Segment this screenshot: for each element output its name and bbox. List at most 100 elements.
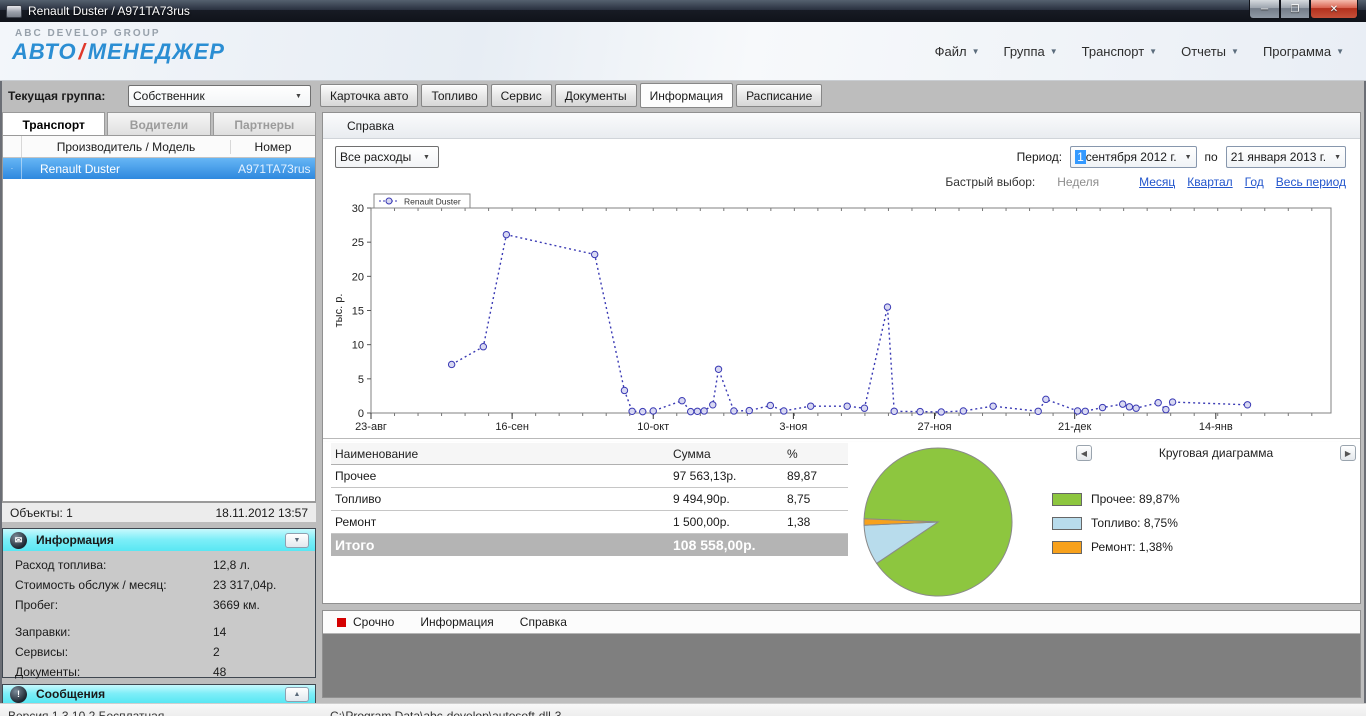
- message-tab-Информация[interactable]: Информация: [420, 615, 493, 629]
- legend-swatch: [1052, 541, 1082, 554]
- svg-text:14-янв: 14-янв: [1199, 421, 1233, 433]
- summary-row: Прочее97 563,13р.89,87: [331, 465, 848, 488]
- tab-Документы[interactable]: Документы: [555, 84, 637, 107]
- info-row: Сервисы:2: [15, 645, 305, 659]
- pie-chart-header: ◀ Круговая диаграмма ▶: [1076, 445, 1356, 461]
- svg-text:3-ноя: 3-ноя: [779, 421, 807, 433]
- vehicle-model: Renault Duster: [22, 162, 230, 176]
- tab-Расписание[interactable]: Расписание: [736, 84, 822, 107]
- expenses-filter-select[interactable]: Все расходы ▼: [335, 146, 439, 168]
- info-row: Заправки:14: [15, 625, 305, 639]
- messages-panel-title: Сообщения: [36, 687, 285, 701]
- exclamation-icon: !: [10, 686, 27, 703]
- arrow-right-icon: ▶: [1345, 449, 1351, 458]
- window-title: Renault Duster / A971TA73rus: [28, 4, 190, 18]
- table-row-selected[interactable]: · Renault Duster A971TA73rus: [3, 158, 315, 179]
- column-header-model[interactable]: Производитель / Модель: [22, 140, 231, 154]
- info-row-value: 2: [213, 645, 305, 659]
- info-row-label: Стоимость обслуж / месяц:: [15, 578, 213, 592]
- date-day-highlight: 1: [1075, 150, 1086, 164]
- message-tab-label: Справка: [520, 615, 567, 629]
- close-button[interactable]: ✕: [1310, 0, 1358, 19]
- menu-item-Транспорт[interactable]: Транспорт▼: [1082, 44, 1157, 59]
- info-row-value: 23 317,04р.: [213, 578, 305, 592]
- chevron-down-icon: ▼: [1185, 154, 1192, 161]
- messages-panel: ! Сообщения ▲: [2, 684, 316, 704]
- column-header-number[interactable]: Номер: [231, 140, 315, 154]
- next-chart-button[interactable]: ▶: [1340, 445, 1356, 461]
- message-tab-Срочно[interactable]: Срочно: [337, 615, 394, 629]
- tab-Топливо[interactable]: Топливо: [421, 84, 487, 107]
- summary-col-sum[interactable]: Сумма: [673, 447, 787, 461]
- menu-item-Файл[interactable]: Файл▼: [935, 44, 980, 59]
- main-tab-strip: Карточка автоТопливоСервисДокументыИнфор…: [320, 84, 822, 108]
- svg-text:30: 30: [352, 203, 364, 215]
- message-tab-label: Информация: [420, 615, 493, 629]
- info-row-value: 3669 км.: [213, 598, 305, 612]
- menu-item-label: Группа: [1004, 44, 1045, 59]
- app-header: ABC DEVELOP GROUP АВТО/МЕНЕДЖЕР Файл▼Гру…: [0, 22, 1366, 81]
- info-row-label: Документы:: [15, 665, 213, 679]
- menu-item-label: Программа: [1263, 44, 1331, 59]
- sidebar-tab-Партнеры[interactable]: Партнеры: [213, 112, 316, 136]
- summary-col-name[interactable]: Наименование: [331, 447, 673, 461]
- info-panel-header[interactable]: ✉ Информация ▼: [3, 529, 315, 551]
- info-row: Пробег:3669 км.: [15, 598, 305, 612]
- menu-item-Группа[interactable]: Группа▼: [1004, 44, 1058, 59]
- sidebar-tab-Водители[interactable]: Водители: [107, 112, 210, 136]
- legend-label: Прочее: 89,87%: [1091, 492, 1180, 506]
- message-tab-Справка[interactable]: Справка: [520, 615, 567, 629]
- collapse-messages-button[interactable]: ▲: [285, 687, 309, 702]
- svg-text:21-дек: 21-дек: [1058, 421, 1091, 433]
- chevron-down-icon: ▼: [1231, 47, 1239, 56]
- tab-Карточка авто[interactable]: Карточка авто: [320, 84, 418, 107]
- row-gutter: ·: [3, 158, 22, 179]
- tab-Сервис[interactable]: Сервис: [491, 84, 552, 107]
- info-row-value: 12,8 л.: [213, 558, 305, 572]
- period-from-picker[interactable]: 1 сентября 2012 г. ▼: [1070, 146, 1196, 168]
- pie-legend: Прочее: 89,87%Топливо: 8,75%Ремонт: 1,38…: [1052, 489, 1180, 561]
- current-group-select[interactable]: Собственник ▼: [128, 85, 311, 107]
- message-tab-label: Срочно: [353, 615, 394, 629]
- expenses-summary-table: НаименованиеСумма% Прочее97 563,13р.89,87…: [331, 443, 848, 556]
- info-row-value: 14: [213, 625, 305, 639]
- period-to-picker[interactable]: 21 января 2013 г. ▼: [1226, 146, 1346, 168]
- quick-select-Весь период[interactable]: Весь период: [1276, 175, 1346, 189]
- quick-select-Месяц[interactable]: Месяц: [1139, 175, 1175, 189]
- summary-cell-name: Топливо: [331, 492, 673, 506]
- prev-chart-button[interactable]: ◀: [1076, 445, 1092, 461]
- period-label: Период:: [1017, 150, 1062, 164]
- app-icon: [6, 5, 22, 18]
- vehicle-number: A971TA73rus: [230, 162, 315, 176]
- svg-text:23-авг: 23-авг: [355, 421, 387, 433]
- summary-cell-name: Ремонт: [331, 515, 673, 529]
- restore-button[interactable]: ❐: [1280, 0, 1310, 19]
- summary-row: Ремонт1 500,00р.1,38: [331, 511, 848, 534]
- menu-item-Отчеты[interactable]: Отчеты ▼: [1181, 44, 1239, 59]
- minimize-button[interactable]: ─: [1249, 0, 1280, 19]
- title-bar: Renault Duster / A971TA73rus ─ ❐ ✕: [0, 0, 1366, 22]
- summary-cell-name: Прочее: [331, 469, 673, 483]
- collapse-info-button[interactable]: ▼: [285, 533, 309, 548]
- quick-select-Квартал[interactable]: Квартал: [1187, 175, 1232, 189]
- summary-total-sum: 108 558,00р.: [673, 537, 787, 553]
- messages-panel-header[interactable]: ! Сообщения ▲: [3, 685, 315, 703]
- path-text: C:\Program Data\abc-develop\autosoft-dll…: [330, 709, 561, 716]
- quick-select-row: Бастрый выбор: НеделяМесяцКварталГодВесь…: [945, 175, 1346, 189]
- summary-col-pct[interactable]: %: [787, 447, 848, 461]
- urgent-marker-icon: [337, 618, 346, 627]
- objects-count: Объекты: 1: [10, 506, 73, 520]
- sidebar-tab-Транспорт[interactable]: Транспорт: [2, 112, 105, 136]
- quick-select-Год[interactable]: Год: [1245, 175, 1264, 189]
- legend-swatch: [1052, 493, 1082, 506]
- quick-select-links: НеделяМесяцКварталГодВесь период: [1057, 175, 1346, 189]
- menu-item-label: Отчеты: [1181, 44, 1226, 59]
- info-row-value: 48: [213, 665, 305, 679]
- legend-label: Ремонт: 1,38%: [1091, 540, 1173, 554]
- content-header: Справка: [323, 113, 1360, 139]
- svg-text:тыс. р.: тыс. р.: [333, 294, 345, 328]
- summary-cell-pct: 8,75: [787, 492, 848, 506]
- menu-item-Программа[interactable]: Программа▼: [1263, 44, 1344, 59]
- arrow-left-icon: ◀: [1081, 449, 1087, 458]
- tab-Информация[interactable]: Информация: [640, 83, 733, 108]
